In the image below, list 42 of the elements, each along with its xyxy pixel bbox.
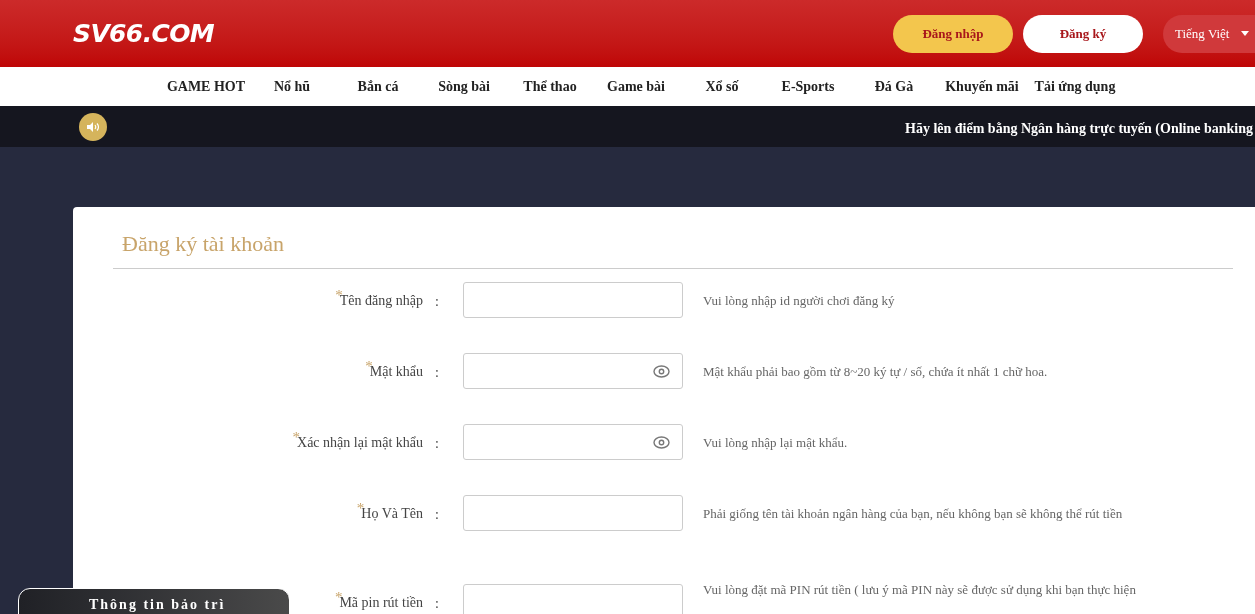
password-field[interactable]: [463, 424, 683, 460]
required-mark: *: [335, 288, 343, 303]
input-field[interactable]: [463, 495, 683, 531]
field-label: Mã pin rút tiền: [339, 595, 423, 612]
form-title: Đăng ký tài khoản: [113, 227, 1233, 269]
nav-item[interactable]: Game bài: [593, 76, 679, 97]
speaker-icon[interactable]: [79, 112, 107, 141]
nav-item[interactable]: Tải ứng dụng: [1027, 76, 1123, 97]
field-hint: Vui lòng nhập lại mật khẩu.: [703, 434, 848, 452]
nav-item[interactable]: Thể thao: [507, 76, 593, 97]
nav-item[interactable]: E-Sports: [765, 76, 851, 97]
nav-item[interactable]: Sòng bài: [421, 76, 507, 97]
eye-icon[interactable]: [653, 435, 670, 449]
label-colon: :: [434, 435, 440, 453]
label-colon: :: [434, 506, 440, 524]
language-select[interactable]: Tiếng Việt: [1163, 14, 1255, 53]
nav-item[interactable]: Xổ số: [679, 76, 765, 97]
logo[interactable]: SV66.COM: [73, 14, 215, 53]
input-field[interactable]: [463, 584, 683, 614]
label-colon: :: [434, 293, 440, 311]
maintenance-popup[interactable]: Thông tin bảo trì: [18, 588, 290, 614]
nav-item[interactable]: Bắn cá: [335, 76, 421, 97]
caret-icon: [1241, 31, 1250, 36]
register-button[interactable]: Đăng ký: [1023, 14, 1143, 53]
field-hint: Mật khẩu phải bao gồm từ 8~20 ký tự / số, chứa ít nhất 1 chữ hoa.: [703, 363, 1048, 381]
eye-icon[interactable]: [653, 364, 670, 378]
field-hint: Vui lòng đặt mã PIN rút tiền ( lưu ý mã PIN này sẽ được sử dụng khi bạn thực hiện: [703, 581, 1136, 599]
nav-item[interactable]: Nổ hũ: [249, 76, 335, 97]
nav-item[interactable]: GAME HOT: [163, 76, 249, 97]
password-field[interactable]: [463, 353, 683, 389]
nav-item[interactable]: Khuyến mãi: [937, 76, 1027, 97]
login-button[interactable]: Đăng nhập: [893, 14, 1013, 53]
field-label: Họ Và Tên: [361, 506, 423, 523]
nav-item[interactable]: Đá Gà: [851, 76, 937, 97]
ticker-text: Hãy lên điểm bằng Ngân hàng trực tuyến (Online banking: [905, 120, 1253, 138]
input-field[interactable]: [463, 282, 683, 318]
field-label: Xác nhận lại mật khẩu: [297, 435, 423, 452]
label-colon: :: [434, 595, 440, 613]
popup-title: Thông tin bảo trì: [89, 597, 226, 612]
field-hint: Phải giống tên tài khoản ngân hàng của bạn, nếu không bạn sẽ không thể rút tiền: [703, 505, 1123, 523]
field-hint: Vui lòng nhập id người chơi đăng ký: [703, 292, 895, 310]
label-colon: :: [434, 364, 440, 382]
